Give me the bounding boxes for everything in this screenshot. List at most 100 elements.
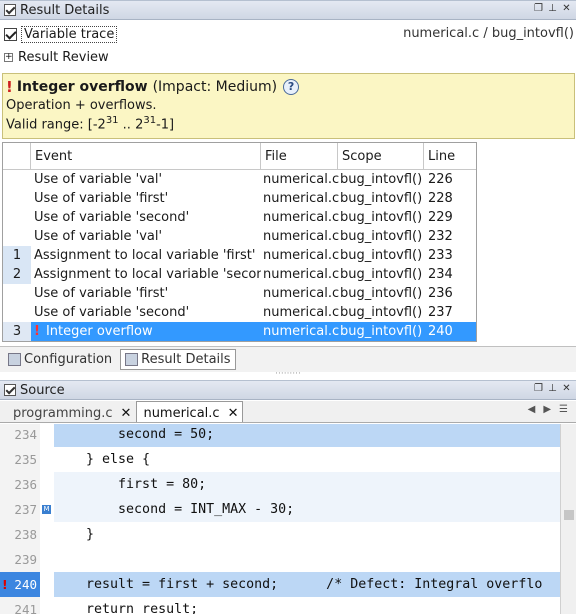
editor-scrollbar[interactable] — [560, 424, 576, 614]
line-number: ! 240 — [0, 572, 40, 597]
tab-programming-c[interactable]: programming.c ✕ — [6, 401, 136, 422]
scope-column-header[interactable]: Scope — [338, 143, 424, 169]
code-line[interactable]: ! 240 result = first + second; /* Defect:… — [0, 572, 576, 597]
event-file: numerical.c — [263, 191, 340, 206]
result-details-titlebar: Result Details ❐ ⊥ ✕ — [0, 0, 576, 20]
event-line: 237 — [428, 305, 453, 320]
restore-icon[interactable]: ❐ — [533, 3, 544, 15]
line-number: 241 — [0, 597, 40, 614]
next-tab-icon[interactable]: ▶ — [543, 404, 551, 415]
event-scope: bug_intovfl() — [340, 229, 423, 244]
table-row[interactable]: Use of variable 'first' numerical.c bug_in… — [3, 284, 476, 303]
pin-icon[interactable]: ⊥ — [547, 383, 558, 395]
result-review-label[interactable]: Result Review — [18, 50, 109, 65]
macro-icon[interactable]: M — [42, 505, 51, 514]
event-text: Use of variable 'val' — [34, 229, 163, 244]
event-file: numerical.c — [263, 172, 340, 187]
line-number: 234 — [0, 424, 40, 447]
file-column-header[interactable]: File — [261, 143, 338, 169]
close-icon[interactable]: ✕ — [561, 3, 572, 15]
defect-impact: (Impact: Medium) — [152, 79, 278, 95]
event-scope: bug_intovfl() — [340, 305, 423, 320]
table-row[interactable]: Use of variable 'second' numerical.c bug_i… — [3, 303, 476, 322]
event-number: 3 — [3, 322, 31, 341]
marker-column — [40, 597, 54, 614]
source-tab-bar: programming.c ✕ numerical.c ✕ ◀ ▶ ☰ — [0, 401, 576, 423]
event-scope: bug_intovfl() — [340, 267, 423, 282]
variable-trace-checkbox[interactable] — [4, 27, 17, 41]
event-file: numerical.c — [263, 286, 340, 301]
table-row[interactable]: Use of variable 'val' numerical.c bug_into… — [3, 170, 476, 189]
table-row[interactable]: 1 Assignment to local variable 'first' num… — [3, 246, 476, 265]
event-number — [3, 284, 31, 303]
line-column-header[interactable]: Line — [424, 143, 474, 169]
event-number — [3, 227, 31, 246]
marker-column — [40, 522, 54, 547]
event-line: 228 — [428, 191, 453, 206]
line-number: 235 — [0, 447, 40, 472]
tab-configuration[interactable]: Configuration — [4, 349, 116, 370]
restore-icon[interactable]: ❐ — [533, 383, 544, 395]
event-line: 229 — [428, 210, 453, 225]
marker-column — [40, 447, 54, 472]
previous-tab-icon[interactable]: ◀ — [528, 404, 536, 415]
close-tab-icon[interactable]: ✕ — [121, 406, 132, 421]
line-number: 239 — [0, 547, 40, 572]
help-icon[interactable]: ? — [283, 79, 300, 95]
result-review-row[interactable]: + Result Review — [0, 46, 576, 68]
splitter-handle[interactable]: ········· — [270, 370, 306, 379]
source-title: Source — [20, 382, 65, 398]
close-icon[interactable]: ✕ — [561, 383, 572, 395]
code-text: } — [54, 527, 95, 542]
code-line[interactable]: 239 — [0, 547, 576, 572]
line-number: 236 — [0, 472, 40, 497]
event-number — [3, 189, 31, 208]
expand-icon[interactable]: + — [4, 52, 13, 62]
event-line: 232 — [428, 229, 453, 244]
table-row[interactable]: Use of variable 'val' numerical.c bug_into… — [3, 227, 476, 246]
pin-icon[interactable]: ⊥ — [547, 3, 558, 15]
result-details-icon — [125, 353, 139, 366]
code-text: result = first + second; /* Defect: Inte… — [54, 572, 576, 597]
event-number — [3, 303, 31, 322]
code-line[interactable]: 241 return result; — [0, 597, 576, 614]
code-editor[interactable]: 234 second = 50; 235 } else {236 first = … — [0, 424, 576, 614]
event-number: 2 — [3, 265, 31, 284]
code-line[interactable]: 235 } else { — [0, 447, 576, 472]
tab-list-icon[interactable]: ☰ — [559, 404, 568, 415]
event-scope: bug_intovfl() — [340, 210, 423, 225]
variable-trace-label[interactable]: Variable trace — [21, 25, 118, 43]
tab-result-details[interactable]: Result Details — [120, 349, 236, 370]
code-text: second = 50; — [54, 424, 576, 447]
event-file: numerical.c — [263, 229, 340, 244]
event-scope: bug_intovfl() — [340, 172, 423, 187]
tab-numerical-c[interactable]: numerical.c ✕ — [136, 401, 244, 422]
table-row[interactable]: Use of variable 'first' numerical.c bug_in… — [3, 189, 476, 208]
event-line: 236 — [428, 286, 453, 301]
error-marker-icon[interactable]: ! — [2, 572, 8, 597]
event-column-header[interactable]: Event — [31, 143, 261, 169]
table-row[interactable]: Use of variable 'second' numerical.c bug_i… — [3, 208, 476, 227]
source-titlebar: Source ❐ ⊥ ✕ — [0, 380, 576, 400]
event-number — [3, 170, 31, 189]
defect-exclamation-icon: ! — [6, 78, 13, 96]
result-toolbar: Variable trace numerical.c / bug_intovfl… — [0, 22, 576, 46]
line-number: 238 — [0, 522, 40, 547]
event-text: Use of variable 'second' — [34, 305, 190, 320]
code-line[interactable]: 237 M second = INT_MAX - 30; — [0, 497, 576, 522]
table-row[interactable]: 3! Integer overflow numerical.c bug_intovfl… — [3, 322, 476, 341]
valid-range: Valid range: [-231 .. 231-1] — [6, 115, 175, 133]
code-line[interactable]: 236 first = 80; — [0, 472, 576, 497]
event-text: Use of variable 'first' — [34, 286, 169, 301]
event-scope: bug_intovfl() — [340, 286, 423, 301]
event-text: Use of variable 'val' — [34, 172, 163, 187]
code-text: } else { — [54, 452, 151, 467]
code-line[interactable]: 238 } — [0, 522, 576, 547]
table-row[interactable]: 2 Assignment to local variable 'second' nu… — [3, 265, 476, 284]
event-line: 226 — [428, 172, 453, 187]
scrollbar-thumb[interactable] — [564, 510, 574, 520]
close-tab-icon[interactable]: ✕ — [228, 406, 239, 421]
event-file: numerical.c — [263, 248, 340, 263]
code-line[interactable]: 234 second = 50; — [0, 424, 576, 447]
marker-column — [40, 572, 54, 597]
